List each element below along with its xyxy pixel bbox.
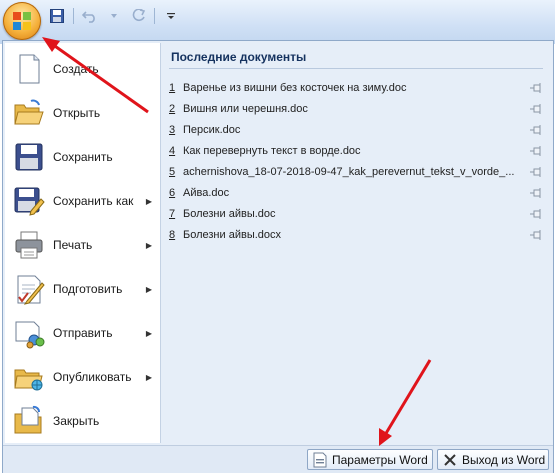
recent-document-number: 4 — [169, 145, 176, 157]
office-button[interactable] — [3, 2, 41, 40]
submenu-arrow-icon: ▶ — [145, 196, 152, 206]
qat-redo-button[interactable] — [127, 6, 149, 26]
recent-document-name: Как перевернуть текст в ворде.doc — [183, 145, 361, 157]
qat-separator — [154, 8, 155, 24]
menu-item-label: Закрыть — [53, 414, 100, 428]
divider — [169, 68, 543, 69]
menu-item-label: Опубликовать — [53, 370, 132, 384]
office-logo-icon — [13, 12, 31, 30]
recent-document-number: 2 — [169, 103, 176, 115]
recent-document-number: 3 — [169, 124, 176, 136]
menu-item-close[interactable]: Закрыть — [5, 399, 160, 443]
menu-item-label: Создать — [53, 62, 99, 76]
submenu-arrow-icon: ▶ — [145, 372, 152, 382]
menu-commands: Создать Открыть Сохранить Сохранить как … — [5, 43, 161, 443]
pin-icon[interactable] — [529, 166, 543, 178]
recent-document-number: 8 — [169, 229, 176, 241]
word-options-label: Параметры Word — [332, 452, 428, 467]
exit-word-label: Выход из Word — [462, 452, 546, 467]
recent-document-name: Вишня или черешня.doc — [183, 103, 308, 115]
recent-document-item[interactable]: 7 Болезни айвы.doc — [169, 204, 545, 224]
recent-document-item[interactable]: 4 Как перевернуть текст в ворде.doc — [169, 141, 545, 161]
pin-icon[interactable] — [529, 82, 543, 94]
menu-item-save[interactable]: Сохранить — [5, 135, 160, 179]
menu-item-prepare[interactable]: Подготовить ▶ — [5, 267, 160, 311]
prepare-icon — [17, 275, 45, 305]
exit-word-button[interactable]: Выход из Word — [437, 449, 549, 470]
menu-item-print[interactable]: Печать ▶ — [5, 223, 160, 267]
menu-item-open[interactable]: Открыть — [5, 91, 160, 135]
menu-item-label: Отправить — [53, 326, 113, 340]
title-bar — [0, 0, 555, 44]
menu-item-label: Открыть — [53, 106, 101, 120]
pin-icon[interactable] — [529, 208, 543, 220]
qat-customize-button[interactable] — [160, 6, 182, 26]
recent-document-name: Болезни айвы.docx — [183, 229, 282, 241]
submenu-arrow-icon: ▶ — [145, 284, 152, 294]
redo-icon — [132, 9, 146, 22]
send-icon — [15, 321, 45, 349]
close-icon — [444, 453, 456, 466]
recent-document-item[interactable]: 5 achernishova_18-07-2018-09-47_kak_perev… — [169, 162, 545, 182]
recent-document-item[interactable]: 6 Айва.doc — [169, 183, 545, 203]
qat-undo-button[interactable] — [79, 6, 101, 26]
pin-icon[interactable] — [529, 103, 543, 115]
menu-item-publish[interactable]: Опубликовать ▶ — [5, 355, 160, 399]
recent-document-item[interactable]: 1 Варенье из вишни без косточек на зиму.d… — [169, 78, 545, 98]
recent-document-number: 7 — [169, 208, 176, 220]
recent-documents-title: Последние документы — [171, 50, 307, 64]
chevron-down-icon — [111, 14, 117, 18]
qat-save-button[interactable] — [46, 6, 68, 26]
office-menu: Создать Открыть Сохранить Сохранить как … — [2, 40, 554, 473]
open-folder-icon — [14, 99, 44, 125]
recent-document-name: achernishova_18-07-2018-09-47_kak_pereve… — [183, 166, 515, 178]
quick-access-toolbar — [46, 6, 182, 26]
recent-document-item[interactable]: 8 Болезни айвы.docx — [169, 225, 545, 245]
word-options-icon — [313, 452, 327, 467]
new-document-icon — [19, 54, 40, 84]
publish-icon — [14, 369, 43, 391]
close-document-icon — [14, 405, 42, 434]
recent-document-number: 1 — [169, 82, 176, 94]
word-options-button[interactable]: Параметры Word — [307, 449, 433, 470]
menu-item-label: Печать — [53, 238, 93, 252]
recent-document-number: 6 — [169, 187, 176, 199]
pin-icon[interactable] — [529, 187, 543, 199]
recent-document-name: Варенье из вишни без косточек на зиму.do… — [183, 82, 407, 94]
recent-document-name: Персик.doc — [183, 124, 241, 136]
recent-document-item[interactable]: 2 Вишня или черешня.doc — [169, 99, 545, 119]
recent-document-name: Айва.doc — [183, 187, 230, 199]
submenu-arrow-icon: ▶ — [145, 240, 152, 250]
menu-item-label: Сохранить как — [53, 194, 134, 208]
pin-icon[interactable] — [529, 124, 543, 136]
undo-icon — [82, 11, 95, 23]
save-icon — [15, 143, 43, 171]
customize-dropdown-icon — [167, 13, 175, 19]
qat-undo-dropdown[interactable] — [103, 6, 125, 26]
pin-icon[interactable] — [529, 229, 543, 241]
qat-separator — [73, 8, 74, 24]
printer-icon — [15, 231, 43, 259]
menu-item-save-as[interactable]: Сохранить как ▶ — [5, 179, 160, 223]
recent-document-item[interactable]: 3 Персик.doc — [169, 120, 545, 140]
menu-item-create[interactable]: Создать — [5, 47, 160, 91]
recent-document-number: 5 — [169, 166, 176, 178]
menu-bottom-bar: Параметры Word Выход из Word — [3, 445, 553, 473]
save-icon — [50, 9, 64, 23]
menu-item-send[interactable]: Отправить ▶ — [5, 311, 160, 355]
save-as-icon — [14, 187, 45, 216]
pin-icon[interactable] — [529, 145, 543, 157]
recent-documents-pane: Последние документы 1 Варенье из вишни бе… — [163, 43, 549, 443]
menu-item-label: Подготовить — [53, 282, 123, 296]
recent-document-name: Болезни айвы.doc — [183, 208, 276, 220]
submenu-arrow-icon: ▶ — [145, 328, 152, 338]
menu-item-label: Сохранить — [53, 150, 113, 164]
